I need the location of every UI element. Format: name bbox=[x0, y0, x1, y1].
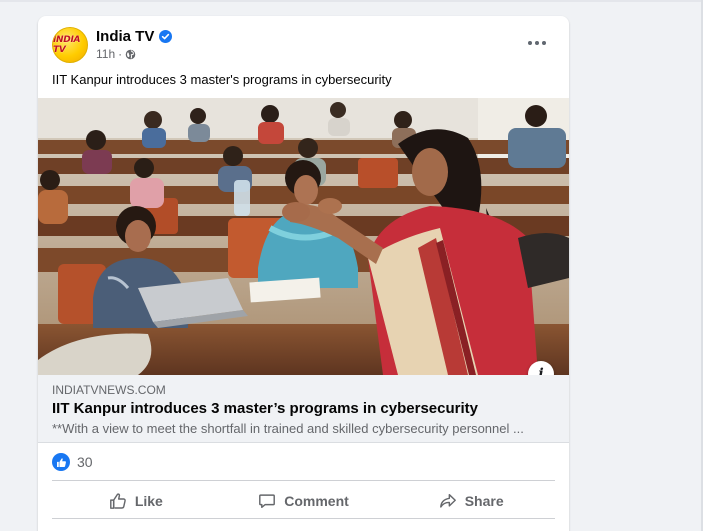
avatar-logo-text: INDIA TV bbox=[53, 35, 81, 55]
share-label: Share bbox=[464, 493, 504, 509]
verified-badge-icon bbox=[159, 30, 173, 43]
comment-button[interactable]: Comment bbox=[220, 484, 388, 518]
page-name[interactable]: India TV bbox=[96, 28, 154, 45]
top-border bbox=[0, 0, 703, 2]
more-dot bbox=[535, 41, 539, 45]
globe-icon[interactable] bbox=[125, 49, 136, 60]
reaction-summary[interactable]: 30 bbox=[52, 453, 93, 471]
classroom-photo-illustration bbox=[38, 98, 569, 375]
post-meta: 11h · bbox=[96, 47, 136, 61]
like-reaction-icon[interactable] bbox=[52, 453, 70, 471]
actions-top-divider bbox=[52, 480, 555, 481]
more-dot bbox=[528, 41, 532, 45]
meta-separator: · bbox=[118, 47, 123, 61]
post-timestamp[interactable]: 11h bbox=[96, 47, 115, 61]
actions-bottom-divider bbox=[52, 518, 555, 519]
link-domain: INDIATVNEWS.COM bbox=[52, 383, 166, 397]
page-name-link[interactable]: India TV bbox=[96, 28, 173, 45]
link-title[interactable]: IIT Kanpur introduces 3 master’s program… bbox=[52, 400, 478, 417]
link-preview[interactable]: INDIATVNEWS.COM IIT Kanpur introduces 3 … bbox=[38, 375, 569, 443]
reaction-count[interactable]: 30 bbox=[77, 454, 93, 470]
page-avatar[interactable]: INDIA TV bbox=[52, 27, 88, 63]
comment-label: Comment bbox=[284, 493, 349, 509]
more-options-icon[interactable] bbox=[521, 33, 553, 53]
share-arrow-icon bbox=[439, 493, 456, 508]
classroom-photo[interactable] bbox=[38, 98, 569, 375]
post-header: INDIA TV India TV 11h · bbox=[38, 16, 569, 76]
share-button[interactable]: Share bbox=[387, 484, 555, 518]
like-button[interactable]: Like bbox=[52, 484, 220, 518]
link-description: **With a view to meet the shortfall in t… bbox=[52, 421, 524, 436]
post-actions-bar: Like Comment Share bbox=[52, 484, 555, 518]
comment-icon bbox=[259, 494, 276, 509]
more-dot bbox=[542, 41, 546, 45]
post-caption: IIT Kanpur introduces 3 master's program… bbox=[52, 72, 392, 87]
like-label: Like bbox=[134, 493, 163, 509]
feed-post-card: INDIA TV India TV 11h · IIT Kanpur intro… bbox=[38, 16, 569, 531]
thumbs-up-icon bbox=[109, 493, 126, 509]
